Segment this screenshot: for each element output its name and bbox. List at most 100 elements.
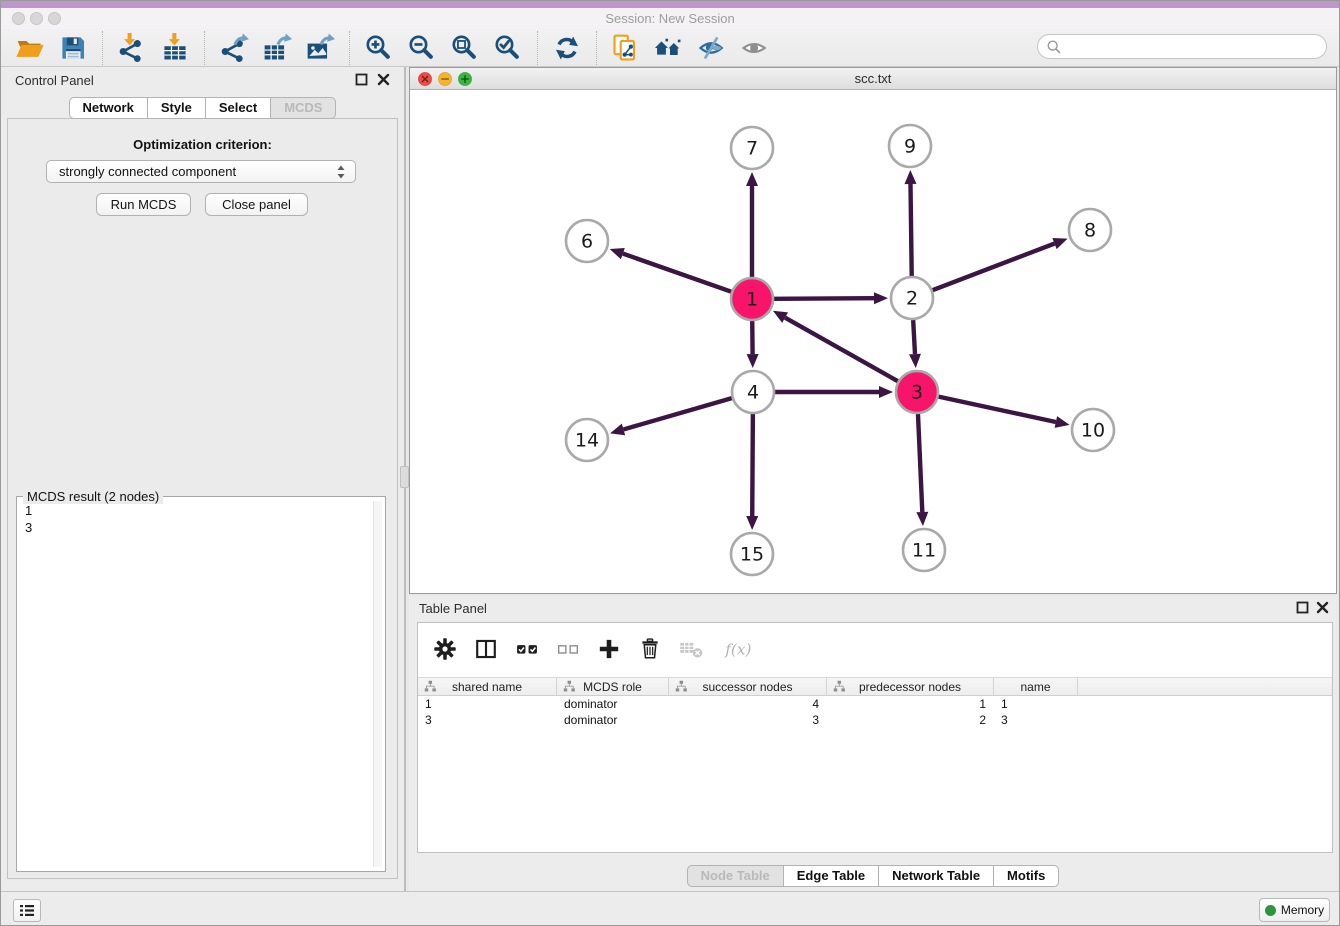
cell-name[interactable]: 3: [994, 712, 1078, 728]
search-box[interactable]: [1037, 34, 1327, 59]
trash-icon[interactable]: [637, 636, 663, 662]
graph-node-10[interactable]: 10: [1072, 409, 1114, 451]
graph-edge-1-2[interactable]: [774, 292, 888, 304]
graph-edge-2-9[interactable]: [905, 170, 917, 276]
cell-name[interactable]: 1: [994, 696, 1078, 712]
eye-icon[interactable]: [740, 33, 770, 63]
open-folder-icon[interactable]: [15, 33, 45, 63]
network-file-icon[interactable]: [611, 33, 641, 63]
table-panel-float-icon[interactable]: [1296, 601, 1309, 614]
export-image-icon[interactable]: [305, 33, 335, 63]
result-list-scrollbar[interactable]: [373, 501, 382, 867]
graph-edge-3-10[interactable]: [939, 397, 1070, 428]
import-table-icon[interactable]: [160, 33, 190, 63]
tab-motifs[interactable]: Motifs: [994, 865, 1059, 887]
column-header-MCDS-role[interactable]: MCDS role: [557, 678, 669, 695]
cell-MCDS-role[interactable]: dominator: [557, 696, 669, 712]
column-header-successor-nodes[interactable]: successor nodes: [669, 678, 827, 695]
graph-edge-2-8[interactable]: [933, 238, 1068, 290]
fx-icon: f(x): [719, 636, 759, 662]
task-history-button[interactable]: [13, 899, 41, 922]
graph-node-2[interactable]: 2: [891, 277, 933, 319]
save-icon[interactable]: [58, 33, 88, 63]
tree-icon: [563, 680, 576, 693]
column-header-label: shared name: [452, 680, 522, 694]
control-panel-close-icon[interactable]: [377, 73, 390, 86]
splitter-grip[interactable]: [400, 466, 409, 488]
column-header-predecessor-nodes[interactable]: predecessor nodes: [827, 678, 994, 695]
mcds-result-item[interactable]: 1: [17, 503, 385, 520]
mcds-result-list[interactable]: 13: [17, 503, 385, 537]
control-panel-tabbar: NetworkStyleSelectMCDS: [1, 97, 404, 119]
deselect-all-icon[interactable]: [555, 636, 581, 662]
close-panel-button[interactable]: Close panel: [205, 193, 308, 216]
mcds-result-item[interactable]: 3: [17, 520, 385, 537]
table-row[interactable]: 3dominator323: [418, 712, 1332, 728]
graph-edge-3-11[interactable]: [916, 414, 928, 526]
homes-icon[interactable]: [654, 33, 684, 63]
criterion-dropdown[interactable]: strongly connected component: [46, 160, 356, 183]
network-graph-canvas[interactable]: 7 9 6 8 1 2 4 3 14 10 15 11: [410, 90, 1336, 593]
cell-shared-name[interactable]: 1: [418, 696, 557, 712]
select-all-icon[interactable]: [514, 636, 540, 662]
eye-slash-icon[interactable]: [697, 33, 727, 63]
graph-node-6[interactable]: 6: [566, 220, 608, 262]
arrowhead-icon: [610, 248, 625, 259]
graph-node-15[interactable]: 15: [731, 533, 773, 575]
table-header-row: shared name MCDS rolesuccessor nodesprede…: [418, 677, 1332, 696]
graph-node-4[interactable]: 4: [732, 371, 774, 413]
graph-node-8[interactable]: 8: [1069, 209, 1111, 251]
column-header-shared-name[interactable]: shared name: [418, 678, 557, 695]
import-network-icon[interactable]: [117, 33, 147, 63]
cell-predecessor-nodes[interactable]: 1: [827, 696, 994, 712]
zoom-fit-icon[interactable]: [450, 33, 480, 63]
memory-button[interactable]: Memory: [1259, 898, 1330, 922]
table-panel-close-icon[interactable]: [1316, 601, 1329, 614]
control-panel-float-icon[interactable]: [355, 73, 368, 86]
zoom-in-icon[interactable]: [364, 33, 394, 63]
network-window-titlebar[interactable]: scc.txt: [410, 68, 1336, 90]
graph-edge-1-6[interactable]: [610, 248, 732, 292]
columns-icon[interactable]: [473, 636, 499, 662]
graph-node-11[interactable]: 11: [903, 529, 945, 571]
export-network-icon[interactable]: [219, 33, 249, 63]
search-input[interactable]: [1068, 37, 1318, 56]
graph-edge-4-3[interactable]: [775, 386, 893, 398]
zoom-selected-icon[interactable]: [493, 33, 523, 63]
tab-network[interactable]: Network: [69, 97, 148, 119]
cell-predecessor-nodes[interactable]: 2: [827, 712, 994, 728]
arrowhead-icon: [1052, 238, 1067, 249]
graph-node-14[interactable]: 14: [566, 419, 608, 461]
run-mcds-button[interactable]: Run MCDS: [96, 193, 191, 216]
cell-successor-nodes[interactable]: 4: [669, 696, 827, 712]
graph-edge-2-3[interactable]: [909, 320, 921, 368]
graph-edge-4-15[interactable]: [746, 414, 758, 530]
graph-node-3[interactable]: 3: [896, 371, 938, 413]
column-header-name[interactable]: name: [994, 678, 1078, 695]
gear-icon[interactable]: [432, 636, 458, 662]
graph-node-7[interactable]: 7: [731, 127, 773, 169]
graph-node-9[interactable]: 9: [889, 125, 931, 167]
add-icon[interactable]: [596, 636, 622, 662]
cell-successor-nodes[interactable]: 3: [669, 712, 827, 728]
tab-edge-table[interactable]: Edge Table: [784, 865, 879, 887]
graph-node-label: 1: [746, 289, 758, 311]
tab-mcds[interactable]: MCDS: [271, 97, 336, 119]
tab-select[interactable]: Select: [206, 97, 271, 119]
graph-edge-3-1[interactable]: [773, 311, 898, 381]
graph-edge-4-14[interactable]: [610, 398, 732, 435]
tab-network-table[interactable]: Network Table: [879, 865, 994, 887]
graph-node-1[interactable]: 1: [731, 278, 773, 320]
refresh-icon[interactable]: [552, 33, 582, 63]
export-table-icon[interactable]: [262, 33, 292, 63]
panel-splitter[interactable]: [404, 67, 406, 891]
graph-edge-1-4[interactable]: [747, 321, 759, 368]
tab-style[interactable]: Style: [148, 97, 206, 119]
tab-node-table[interactable]: Node Table: [687, 865, 784, 887]
zoom-out-icon[interactable]: [407, 33, 437, 63]
cell-MCDS-role[interactable]: dominator: [557, 712, 669, 728]
table-row[interactable]: 1dominator411: [418, 696, 1332, 712]
cell-shared-name[interactable]: 3: [418, 712, 557, 728]
graph-edge-1-7[interactable]: [746, 172, 758, 277]
delete-table-icon: [678, 636, 704, 662]
